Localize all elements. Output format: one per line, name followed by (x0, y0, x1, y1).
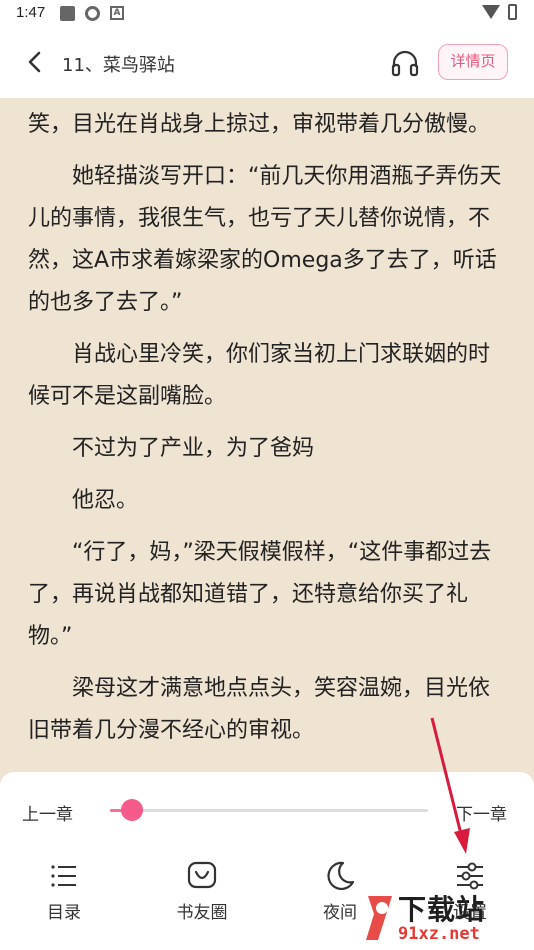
content-paragraph: “行了，妈，”梁天假模假样，“这件事都过去了，再说肖战都知道错了，还特意给你买了… (28, 540, 492, 649)
book-circle-button[interactable]: 书友圈 (162, 860, 242, 923)
back-arrow-icon[interactable] (24, 50, 48, 74)
content-paragraph: 不过为了产业，为了爸妈 (72, 436, 315, 461)
slider-thumb[interactable] (121, 799, 144, 821)
site-watermark: 下载站 91xz.net (362, 886, 534, 950)
content-paragraph: 肖战心里冷笑，你们家当初上门求联姻的时候可不是这副嘴脸。 (28, 342, 491, 409)
status-bar: 1:47 A (0, 0, 534, 28)
content-paragraph: 笑，目光在肖战身上掠过，审视带着几分傲慢。 (28, 112, 491, 137)
next-chapter-button[interactable]: 下一章 (456, 800, 507, 825)
chapter-content: 笑，目光在肖战身上掠过，审视带着几分傲慢。她轻描淡写开口：“前几天你用酒瓶子弄伤… (28, 104, 506, 762)
watermark-text: 下载站 (398, 893, 486, 926)
watermark-logo-icon (366, 896, 392, 940)
status-time: 1:47 (16, 4, 46, 21)
chapter-progress-slider[interactable] (110, 799, 428, 821)
notification-a-icon: A (110, 6, 124, 20)
notification-square-icon (60, 6, 75, 21)
wifi-icon (482, 5, 500, 19)
content-paragraph: 梁母这才满意地点点头，笑容温婉，目光依旧带着几分漫不经心的审视。 (28, 676, 491, 743)
list-icon (51, 865, 76, 887)
chapter-title: 11、菜鸟驿站 (62, 55, 175, 76)
notification-app-icon (85, 6, 100, 21)
book-circle-label: 书友圈 (176, 903, 228, 923)
headphones-icon[interactable] (390, 48, 420, 78)
content-paragraph: 她轻描淡写开口：“前几天你用酒瓶子弄伤天儿的事情，我很生气，也亏了天儿替你说情，… (28, 164, 502, 315)
detail-page-button[interactable]: 详情页 (438, 44, 508, 80)
prev-chapter-button[interactable]: 上一章 (22, 800, 73, 825)
reader-header: 11、菜鸟驿站 详情页 (0, 28, 534, 98)
watermark-url: 91xz.net (398, 924, 480, 944)
chat-bubble-icon (187, 861, 217, 889)
battery-icon (508, 4, 517, 20)
toc-label: 目录 (47, 903, 81, 923)
toc-button[interactable]: 目录 (24, 860, 104, 923)
content-paragraph: 他忍。 (72, 488, 139, 513)
moon-icon (327, 861, 355, 890)
